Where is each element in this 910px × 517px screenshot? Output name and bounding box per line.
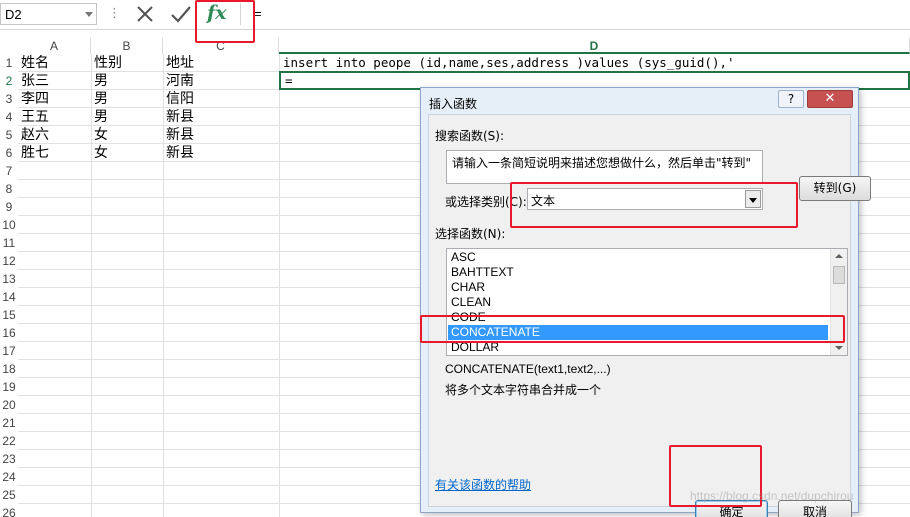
function-item-bahttext[interactable]: BAHTTEXT: [448, 265, 828, 280]
name-box-value: D2: [5, 7, 22, 22]
row-header[interactable]: 26: [0, 504, 18, 517]
cell-b1[interactable]: 性别: [91, 54, 163, 72]
search-function-input[interactable]: 请输入一条简短说明来描述您想做什么，然后单击"转到": [446, 150, 763, 184]
cell-a2[interactable]: 张三: [18, 72, 91, 90]
row-header[interactable]: 5: [0, 126, 18, 144]
row-header[interactable]: 15: [0, 306, 18, 324]
grid-divider: [279, 54, 280, 517]
close-icon: [137, 6, 153, 22]
cell-b5[interactable]: 女: [91, 126, 163, 144]
search-label: 搜索函数(S):: [435, 129, 505, 143]
function-list-label: 选择函数(N):: [435, 227, 506, 241]
column-headers: A B C D: [0, 38, 910, 54]
scroll-up-icon[interactable]: [835, 254, 843, 258]
row-header[interactable]: 8: [0, 180, 18, 198]
function-item-clean[interactable]: CLEAN: [448, 295, 828, 310]
dialog-body: 搜索函数(S): 请输入一条简短说明来描述您想做什么，然后单击"转到" 转到(G…: [428, 114, 871, 517]
scroll-down-icon[interactable]: [835, 346, 843, 350]
cell-c1[interactable]: 地址: [163, 54, 279, 72]
function-description: 将多个文本字符串合并成一个: [445, 383, 602, 397]
column-header-a[interactable]: A: [18, 38, 91, 54]
cell-d1[interactable]: insert into peope (id,name,ses,address )…: [279, 54, 910, 72]
row-header[interactable]: 11: [0, 234, 18, 252]
function-item-char[interactable]: CHAR: [448, 280, 828, 295]
cell-b2[interactable]: 男: [91, 72, 163, 90]
cell-b6[interactable]: 女: [91, 144, 163, 162]
cell-c2[interactable]: 河南: [163, 72, 279, 90]
column-header-d[interactable]: D: [279, 38, 910, 54]
cell-c3[interactable]: 信阳: [163, 90, 279, 108]
cell-a5[interactable]: 赵六: [18, 126, 91, 144]
cell-a6[interactable]: 胜七: [18, 144, 91, 162]
cell-a1[interactable]: 姓名: [18, 54, 91, 72]
formula-bar: D2 ⋮ fx =: [0, 0, 910, 30]
search-function-value: 请输入一条简短说明来描述您想做什么，然后单击"转到": [452, 156, 752, 170]
highlight-concatenate: [420, 315, 845, 343]
cell-a4[interactable]: 王五: [18, 108, 91, 126]
row-header[interactable]: 4: [0, 108, 18, 126]
scroll-thumb[interactable]: [833, 266, 845, 284]
cell-c5[interactable]: 新县: [163, 126, 279, 144]
formula-input-value: =: [254, 6, 262, 21]
row-header[interactable]: 9: [0, 198, 18, 216]
dialog-title: 插入函数: [429, 97, 478, 111]
formula-input[interactable]: =: [248, 3, 908, 25]
row-header[interactable]: 6: [0, 144, 18, 162]
row-header[interactable]: 24: [0, 468, 18, 486]
cell-b4[interactable]: 男: [91, 108, 163, 126]
close-button[interactable]: ✕: [807, 90, 853, 108]
enter-formula-button[interactable]: [167, 2, 195, 26]
formula-bar-grip-icon: ⋮: [108, 6, 121, 21]
row-header[interactable]: 10: [0, 216, 18, 234]
row-header[interactable]: 13: [0, 270, 18, 288]
row-header[interactable]: 3: [0, 90, 18, 108]
row-header[interactable]: 2: [0, 72, 18, 90]
cell-a3[interactable]: 李四: [18, 90, 91, 108]
row-header[interactable]: 12: [0, 252, 18, 270]
cell-b3[interactable]: 男: [91, 90, 163, 108]
column-header-b[interactable]: B: [91, 38, 163, 54]
insert-function-dialog: 插入函数 ? ✕ 搜索函数(S): 请输入一条简短说明来描述您想做什么，然后单击…: [420, 87, 871, 517]
row-header[interactable]: 19: [0, 378, 18, 396]
function-signature: CONCATENATE(text1,text2,...): [445, 362, 611, 376]
row-header[interactable]: 25: [0, 486, 18, 504]
row-header[interactable]: 23: [0, 450, 18, 468]
row-header[interactable]: 17: [0, 342, 18, 360]
chevron-down-icon[interactable]: [85, 12, 93, 17]
highlight-category: [510, 182, 798, 228]
row-header[interactable]: 14: [0, 288, 18, 306]
watermark-text: https://blog.csdn.net/dupchirou: [690, 489, 854, 503]
row-header[interactable]: 1: [0, 54, 18, 72]
function-item-asc[interactable]: ASC: [448, 250, 828, 265]
cancel-formula-button[interactable]: [131, 2, 159, 26]
row-header[interactable]: 7: [0, 162, 18, 180]
row-header[interactable]: 22: [0, 432, 18, 450]
help-button[interactable]: ?: [778, 90, 804, 108]
function-help-link[interactable]: 有关该函数的帮助: [435, 476, 531, 493]
cell-c4[interactable]: 新县: [163, 108, 279, 126]
row-header[interactable]: 16: [0, 324, 18, 342]
highlight-fx-button: [195, 0, 255, 43]
goto-button[interactable]: 转到(G): [799, 176, 871, 201]
check-icon: [171, 6, 191, 23]
cell-c6[interactable]: 新县: [163, 144, 279, 162]
row-header[interactable]: 18: [0, 360, 18, 378]
row-header[interactable]: 20: [0, 396, 18, 414]
name-box[interactable]: D2: [0, 3, 97, 25]
row-header[interactable]: 21: [0, 414, 18, 432]
